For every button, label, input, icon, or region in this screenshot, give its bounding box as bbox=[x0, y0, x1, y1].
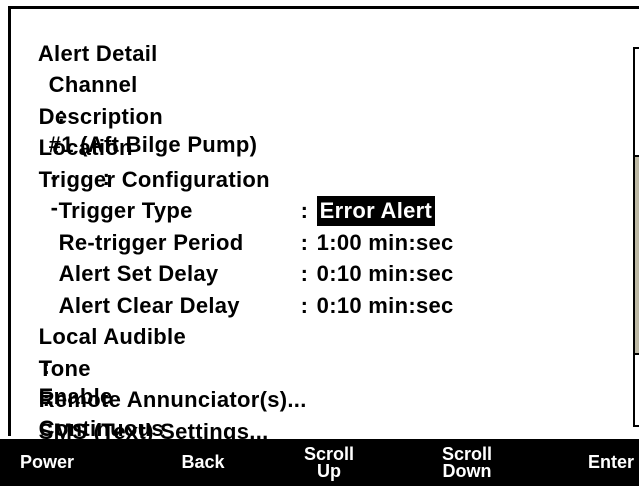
enter-softkey-label: Enter bbox=[588, 452, 635, 472]
alert-clear-delay-row[interactable]: Alert Clear Delay:0:10 min:sec bbox=[33, 261, 454, 318]
scroll-up-softkey-line2: Up bbox=[317, 460, 341, 481]
scroll-down-softkey-line2: Down bbox=[442, 460, 492, 481]
back-softkey[interactable]: Back bbox=[168, 439, 238, 486]
scroll-up-softkey[interactable]: Scroll Up bbox=[294, 439, 364, 486]
scroll-down-softkey-line1: Scroll bbox=[441, 443, 493, 464]
alert-clear-delay-value: 0:10 min:sec bbox=[316, 293, 454, 318]
scroll-down-softkey[interactable]: Scroll Down bbox=[429, 439, 505, 486]
local-audible-row[interactable]: Local Audible : Enable bbox=[13, 292, 186, 409]
scroll-up-softkey-line1: Scroll bbox=[303, 443, 355, 464]
channel-row[interactable]: Channel : #1 (Aft Bilge Pump) bbox=[23, 40, 257, 157]
scrollbar[interactable] bbox=[633, 47, 639, 427]
alert-detail-screen: Alert Detail Channel : #1 (Aft Bilge Pum… bbox=[8, 6, 639, 444]
alert-set-delay-row[interactable]: Alert Set Delay:0:10 min:sec bbox=[33, 229, 454, 286]
alert-clear-delay-colon: : bbox=[300, 293, 309, 318]
trigger-configuration-heading: Trigger Configuration bbox=[13, 135, 270, 192]
tone-row[interactable]: Tone : Continuous bbox=[13, 324, 164, 441]
description-row[interactable]: Description : - bbox=[13, 72, 163, 189]
back-softkey-label: Back bbox=[181, 452, 225, 472]
page-title: Alert Detail bbox=[13, 9, 158, 66]
retrigger-period-row[interactable]: Re-trigger Period:1:00 min:sec bbox=[33, 198, 454, 255]
enter-softkey[interactable]: Enter bbox=[588, 439, 639, 486]
softkey-bar: Power Back Scroll Up Scroll Down Enter bbox=[0, 439, 639, 486]
power-softkey-label: Power bbox=[19, 452, 75, 472]
sms-settings-row[interactable]: SMS (Text) Settings... bbox=[13, 387, 269, 444]
remote-annunciators-row[interactable]: Remote Annunciator(s)... bbox=[13, 355, 307, 412]
scrollbar-thumb[interactable] bbox=[635, 155, 639, 355]
trigger-type-row[interactable]: Trigger Type: Error Alert bbox=[33, 166, 436, 226]
power-softkey[interactable]: Power bbox=[12, 439, 82, 486]
location-row[interactable]: Location : - bbox=[13, 103, 133, 220]
